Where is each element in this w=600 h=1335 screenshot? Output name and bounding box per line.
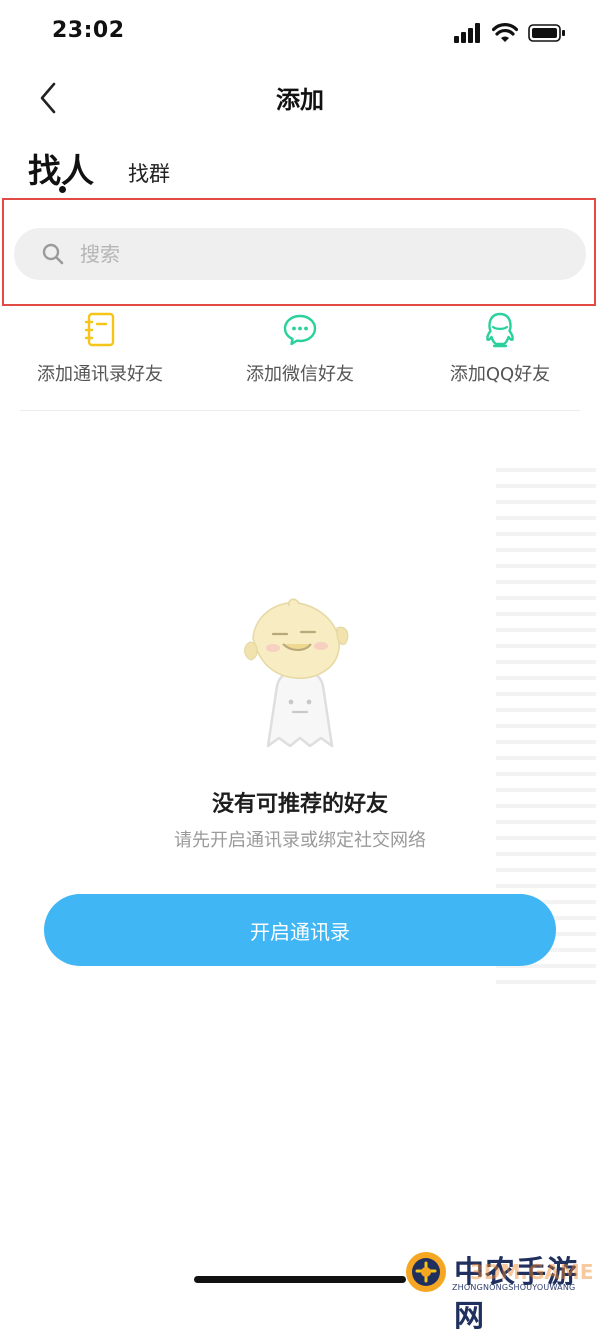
tab-find-people[interactable]: 找人: [28, 144, 94, 192]
empty-state-subtitle: 请先开启通讯录或绑定社交网络: [174, 830, 426, 851]
site-watermark: 中农手游网 3DM.GAME ZHONGNONGSHOUYOUWANG: [404, 1246, 600, 1334]
search-icon: [42, 243, 64, 265]
site-watermark-overlay: 3DM.GAME: [470, 1260, 594, 1284]
divider: [20, 410, 580, 411]
wifi-icon: [492, 23, 518, 42]
add-contacts-friends-label: 添加通讯录好友: [37, 364, 163, 385]
page-title: 添加: [276, 86, 324, 114]
empty-state-title: 没有可推荐的好友: [211, 792, 388, 817]
contacts-book-icon: [84, 312, 115, 347]
status-icons: [454, 22, 566, 44]
ghost-mascot-illustration: [244, 598, 349, 748]
battery-icon: [528, 24, 565, 42]
qq-icon: [486, 312, 514, 348]
active-tab-indicator: [59, 186, 66, 193]
site-logo-icon: [406, 1252, 446, 1292]
signal-icon: [454, 23, 480, 43]
search-input[interactable]: [78, 241, 532, 267]
add-wechat-friends-button[interactable]: 添加微信好友: [200, 312, 400, 386]
search-bar[interactable]: [14, 228, 586, 280]
tab-find-group[interactable]: 找群: [128, 158, 170, 188]
add-wechat-friends-label: 添加微信好友: [246, 364, 354, 385]
status-time: 23:02: [52, 18, 125, 43]
add-qq-friends-label: 添加QQ好友: [449, 364, 551, 385]
add-contacts-friends-button[interactable]: 添加通讯录好友: [0, 312, 200, 386]
add-qq-friends-button[interactable]: 添加QQ好友: [400, 312, 600, 386]
enable-contacts-button[interactable]: 开启通讯录: [44, 894, 556, 966]
wechat-icon: [283, 314, 317, 346]
home-indicator: [194, 1276, 406, 1283]
site-watermark-domain: ZHONGNONGSHOUYOUWANG: [452, 1283, 576, 1292]
